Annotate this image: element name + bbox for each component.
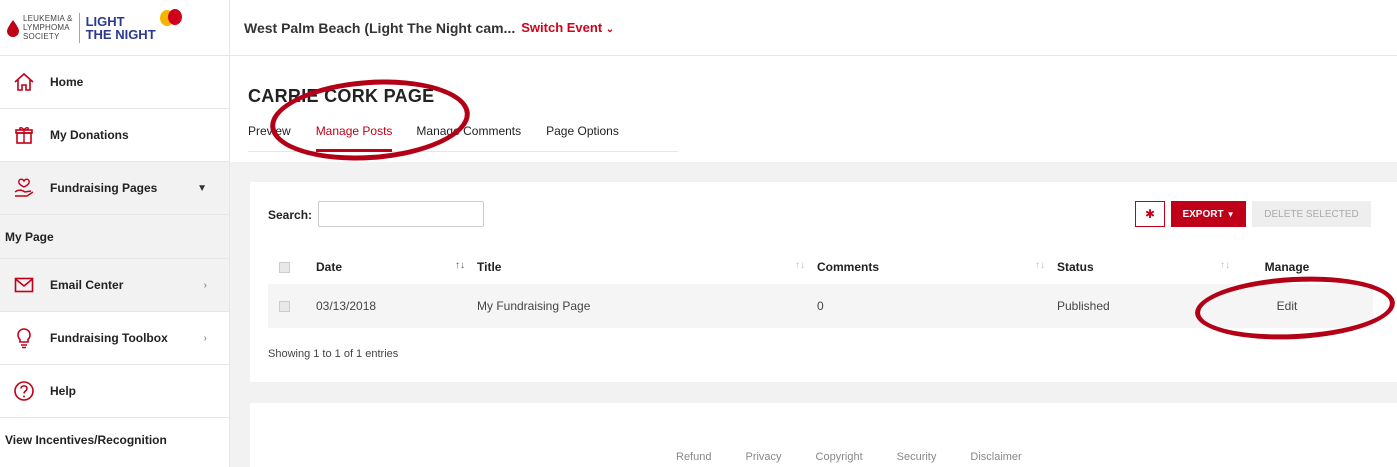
export-label: EXPORT [1182,208,1224,220]
sidebar-item-my-page[interactable]: My Page [0,215,229,259]
blood-drop-icon [7,19,19,37]
hand-heart-icon [12,176,36,200]
lls-logo: LEUKEMIA & LYMPHOMA SOCIETY [6,14,73,41]
footer-link-refund[interactable]: Refund [676,451,711,463]
switch-event-link[interactable]: Switch Event ⌄ [521,20,614,35]
export-button[interactable]: EXPORT ▼ [1171,201,1246,227]
chevron-down-icon: ⌄ [605,24,615,35]
lightbulb-icon [12,326,36,350]
footer-link-privacy[interactable]: Privacy [745,451,781,463]
chevron-right-icon[interactable]: › [204,280,207,291]
org-line2: LYMPHOMA [23,23,70,32]
search-input[interactable] [318,201,484,227]
switch-event-label: Switch Event [521,20,603,35]
settings-button[interactable]: ✱ [1135,201,1165,227]
sidebar-item-label: Help [50,384,77,398]
table-header: Date ↑↓ Title ↑↓ Comments ↑↓ Status ↑↓ M… [268,250,1373,284]
org-line1: LEUKEMIA & [23,14,73,23]
campaign-line1: LIGHT [85,13,125,29]
header-title[interactable]: Title ↑↓ [477,260,817,274]
tab-page-options[interactable]: Page Options [546,116,619,152]
cell-comments: 0 [817,299,824,313]
sidebar-item-fundraising-pages[interactable]: Fundraising Pages ▼ [0,162,229,215]
chevron-down-icon[interactable]: ▼ [197,183,207,194]
campaign-line2: THE NIGHT [85,26,156,42]
select-all-checkbox[interactable] [279,261,290,273]
gift-icon [12,123,36,147]
footer-link-copyright[interactable]: Copyright [816,451,863,463]
sidebar-item-incentives[interactable]: View Incentives/Recognition [0,418,229,462]
sidebar-item-label: Fundraising Pages [50,181,158,195]
sidebar-item-label: Fundraising Toolbox [50,331,168,345]
logo[interactable]: LEUKEMIA & LYMPHOMA SOCIETY LIGHT THE NI… [0,0,229,56]
sort-icon: ↑↓ [1220,260,1230,271]
envelope-icon [12,273,36,297]
event-name: West Palm Beach (Light The Night cam... [244,19,516,36]
cell-date: 03/13/2018 [316,299,377,313]
cell-title: My Fundraising Page [477,299,591,313]
sort-icon: ↑↓ [795,260,805,271]
org-line3: SOCIETY [23,32,60,41]
sidebar-item-label: My Donations [50,128,129,142]
chevron-right-icon[interactable]: › [204,333,207,344]
sidebar-item-home[interactable]: Home [0,56,229,109]
sort-icon: ↑↓ [455,260,465,271]
header-comments[interactable]: Comments ↑↓ [817,260,1057,274]
sidebar-item-label: View Incentives/Recognition [5,433,167,447]
header-manage: Manage [1264,260,1310,274]
sidebar-item-donations[interactable]: My Donations [0,109,229,162]
footer-links: Refund Privacy Copyright Security Discla… [676,451,1056,463]
sort-icon: ↑↓ [1035,260,1045,271]
sidebar: LEUKEMIA & LYMPHOMA SOCIETY LIGHT THE NI… [0,0,230,467]
row-checkbox[interactable] [279,300,290,312]
footer-link-security[interactable]: Security [897,451,937,463]
ltn-logo: LIGHT THE NIGHT [86,15,156,41]
posts-panel: Search: ✱ EXPORT ▼ DELETE SELECTED Date … [250,182,1397,382]
footer: Refund Privacy Copyright Security Discla… [250,403,1397,467]
caret-down-icon: ▼ [1226,209,1235,219]
home-icon [12,70,36,94]
topbar: West Palm Beach (Light The Night cam... … [230,0,1397,56]
sidebar-item-fundraising-toolbox[interactable]: Fundraising Toolbox › [0,312,229,365]
delete-selected-button[interactable]: DELETE SELECTED [1252,201,1371,227]
gear-icon: ✱ [1144,207,1156,221]
sidebar-item-label: My Page [5,229,54,244]
logo-divider [78,12,80,43]
header-date[interactable]: Date ↑↓ [316,260,477,274]
sidebar-item-label: Email Center [50,278,124,292]
sidebar-item-help[interactable]: Help [0,365,229,418]
balloon-icon [159,8,182,26]
question-icon [12,379,36,403]
table-summary: Showing 1 to 1 of 1 entries [268,348,399,360]
sidebar-item-email-center[interactable]: Email Center › [0,259,229,312]
search-label: Search: [268,208,313,222]
header-status[interactable]: Status ↑↓ [1057,260,1242,274]
sidebar-item-label: Home [50,75,84,89]
footer-link-disclaimer[interactable]: Disclaimer [970,451,1021,463]
